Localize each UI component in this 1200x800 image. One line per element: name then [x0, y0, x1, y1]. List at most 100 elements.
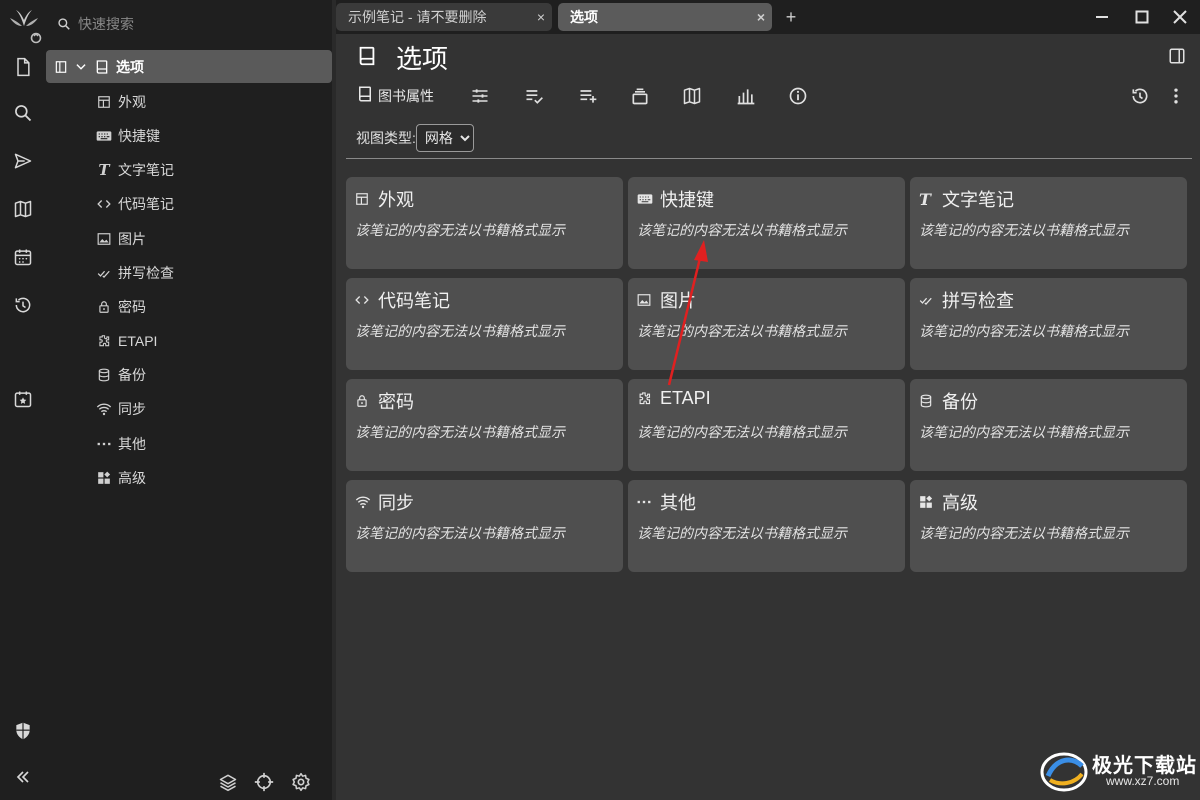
right-pane-toggle-icon[interactable]	[1168, 47, 1186, 70]
maximize-icon[interactable]	[1128, 5, 1156, 29]
book-icon[interactable]	[356, 44, 378, 73]
dots-icon	[94, 441, 114, 447]
note-info-stack-icon[interactable]	[630, 82, 650, 110]
new-note-icon[interactable]	[8, 52, 38, 82]
card-other[interactable]: 其他 该笔记的内容无法以书籍格式显示	[628, 480, 905, 572]
sidebar-item-password[interactable]: 密码	[94, 294, 146, 320]
send-icon[interactable]	[8, 146, 38, 176]
crosshair-icon[interactable]	[252, 770, 276, 794]
watermark-url: www.xz7.com	[1106, 774, 1180, 788]
layers-icon[interactable]	[216, 770, 240, 794]
card-code-notes[interactable]: 代码笔记 该笔记的内容无法以书籍格式显示	[346, 278, 623, 370]
today-calendar-icon[interactable]	[8, 384, 38, 414]
code-icon	[94, 197, 114, 211]
add-attribute-icon[interactable]	[578, 82, 598, 110]
lock-icon	[355, 394, 373, 408]
card-description: 该笔记的内容无法以书籍格式显示	[355, 222, 565, 238]
sidebar-item-text-notes[interactable]: T 文字笔记	[94, 157, 174, 183]
quick-search-input[interactable]	[78, 16, 298, 32]
watermark-swirl-icon	[1040, 752, 1088, 792]
card-description: 该笔记的内容无法以书籍格式显示	[919, 222, 1129, 238]
database-icon	[94, 368, 114, 382]
sidebar-item-images[interactable]: 图片	[94, 226, 146, 252]
card-backup[interactable]: 备份 该笔记的内容无法以书籍格式显示	[910, 379, 1187, 471]
image-icon	[637, 293, 655, 307]
sidebar-item-other[interactable]: 其他	[94, 431, 146, 457]
tab-options[interactable]: 选项 ×	[558, 3, 772, 31]
extension-icon	[94, 334, 114, 348]
book-icon	[94, 59, 110, 75]
collapse-sidebar-icon[interactable]	[8, 762, 38, 792]
checklist-icon[interactable]	[524, 82, 544, 110]
card-etapi[interactable]: ETAPI 该笔记的内容无法以书籍格式显示	[628, 379, 905, 471]
hoist-icon[interactable]	[54, 60, 68, 74]
protected-session-icon[interactable]	[8, 716, 38, 746]
tab-title: 选项	[570, 9, 598, 25]
tab-book-properties[interactable]: 图书属性	[356, 82, 434, 110]
window-close-icon[interactable]	[1166, 5, 1194, 29]
tab-example-notes[interactable]: 示例笔记 - 请不要删除 ×	[336, 3, 552, 31]
sidebar-item-advanced[interactable]: 高级	[94, 465, 146, 491]
view-type-select[interactable]: 网格	[415, 124, 474, 152]
sidebar-item-shortcuts[interactable]: 快捷键	[94, 123, 160, 149]
tree-item-label: 备份	[118, 367, 146, 383]
card-description: 该笔记的内容无法以书籍格式显示	[919, 323, 1129, 339]
tree-item-label: 拼写检查	[118, 265, 174, 281]
search-icon[interactable]	[8, 98, 38, 128]
close-icon[interactable]: ×	[530, 9, 552, 25]
card-appearance[interactable]: 外观 该笔记的内容无法以书籍格式显示	[346, 177, 623, 269]
minimize-icon[interactable]	[1088, 5, 1116, 29]
card-sync[interactable]: 同步 该笔记的内容无法以书籍格式显示	[346, 480, 623, 572]
chevron-down-icon[interactable]	[74, 60, 88, 74]
card-spellcheck[interactable]: 拼写检查 该笔记的内容无法以书籍格式显示	[910, 278, 1187, 370]
card-title: 外观	[378, 190, 414, 210]
sidebar-item-spellcheck[interactable]: 拼写检查	[94, 260, 174, 286]
trilium-logo-icon[interactable]	[6, 4, 42, 44]
note-title[interactable]: 选项	[396, 39, 448, 76]
close-icon[interactable]: ×	[750, 9, 772, 25]
new-tab-button[interactable]: +	[780, 6, 802, 28]
tree-item-label: 高级	[118, 470, 146, 486]
calendar-icon[interactable]	[8, 242, 38, 272]
pane-splitter[interactable]	[332, 0, 336, 800]
sidebar-item-backup[interactable]: 备份	[94, 362, 146, 388]
ribbon-toolbar: 图书属性	[346, 80, 1192, 112]
revision-history-icon[interactable]	[1130, 82, 1150, 110]
sidebar-item-etapi[interactable]: ETAPI	[94, 328, 157, 354]
quick-search-bar	[46, 6, 332, 42]
card-title: 拼写检查	[942, 291, 1014, 311]
extension-icon	[637, 391, 655, 406]
tree-item-label: ETAPI	[118, 333, 158, 349]
tree-item-label: 文字笔记	[118, 162, 174, 178]
sidebar-item-sync[interactable]: 同步	[94, 396, 146, 422]
card-password[interactable]: 密码 该笔记的内容无法以书籍格式显示	[346, 379, 623, 471]
tree-root-options[interactable]: 选项	[46, 50, 332, 83]
note-title-row: 选项	[336, 34, 1200, 76]
card-shortcuts[interactable]: 快捷键 该笔记的内容无法以书籍格式显示	[628, 177, 905, 269]
history-icon[interactable]	[8, 290, 38, 320]
spellcheck-icon	[94, 266, 114, 280]
card-title: 快捷键	[660, 190, 714, 210]
card-title: 代码笔记	[378, 291, 450, 311]
card-advanced[interactable]: 高级 该笔记的内容无法以书籍格式显示	[910, 480, 1187, 572]
note-map-icon[interactable]	[682, 82, 702, 110]
gear-icon[interactable]	[289, 770, 313, 794]
owned-attributes-icon[interactable]	[470, 82, 490, 110]
more-options-icon[interactable]	[1172, 82, 1180, 110]
tab-title: 示例笔记 - 请不要删除	[348, 9, 487, 25]
tree-root-label: 选项	[116, 58, 144, 75]
card-title: 备份	[942, 392, 978, 412]
card-description: 该笔记的内容无法以书籍格式显示	[637, 424, 847, 440]
card-title: 文字笔记	[942, 190, 1014, 210]
info-icon[interactable]	[788, 82, 808, 110]
card-description: 该笔记的内容无法以书籍格式显示	[919, 525, 1129, 541]
similar-notes-chart-icon[interactable]	[736, 82, 756, 110]
card-text-notes[interactable]: T 文字笔记 该笔记的内容无法以书籍格式显示	[910, 177, 1187, 269]
map-icon[interactable]	[8, 194, 38, 224]
card-images[interactable]: 图片 该笔记的内容无法以书籍格式显示	[628, 278, 905, 370]
wifi-icon	[355, 495, 373, 509]
text-icon: T	[98, 161, 110, 179]
sidebar-item-appearance[interactable]: 外观	[94, 89, 146, 115]
sidebar-item-code-notes[interactable]: 代码笔记	[94, 191, 174, 217]
card-description: 该笔记的内容无法以书籍格式显示	[919, 424, 1129, 440]
